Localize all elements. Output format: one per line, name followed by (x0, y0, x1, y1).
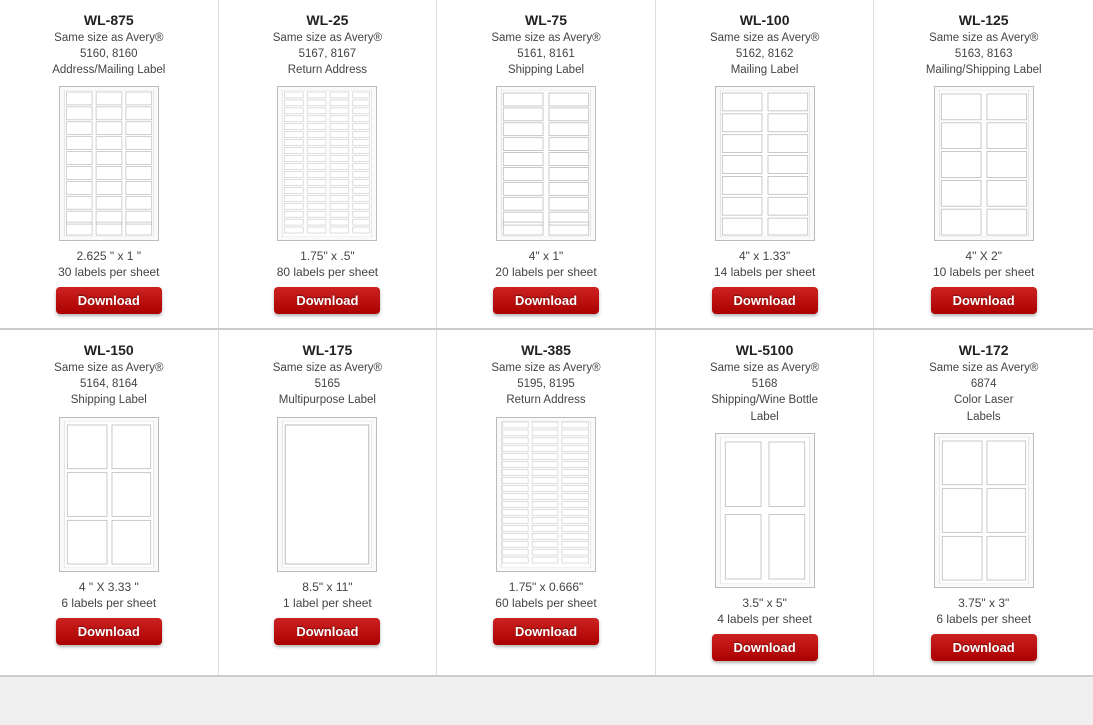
card-wl-75: WL-75 Same size as Avery® 5161, 8161 Shi… (437, 0, 656, 328)
row-1: WL-875 Same size as Avery® 5160, 8160 Ad… (0, 0, 1093, 330)
download-button-wl-150[interactable]: Download (56, 618, 162, 645)
card-size: 4" x 1.33" (739, 249, 790, 263)
card-count: 1 label per sheet (283, 596, 372, 610)
card-title: WL-5100 (736, 342, 794, 358)
card-count: 6 labels per sheet (936, 612, 1031, 626)
card-size: 4 " X 3.33 " (79, 580, 139, 594)
download-button-wl-125[interactable]: Download (931, 287, 1037, 314)
card-title: WL-100 (740, 12, 790, 28)
card-subtitle: Same size as Avery® 5160, 8160 Address/M… (52, 30, 165, 78)
label-preview-wl-175 (277, 417, 377, 572)
card-count: 14 labels per sheet (714, 265, 815, 279)
card-subtitle: Same size as Avery® 5168 Shipping/Wine B… (710, 360, 819, 424)
card-count: 80 labels per sheet (277, 265, 378, 279)
card-count: 60 labels per sheet (495, 596, 596, 610)
card-title: WL-172 (959, 342, 1009, 358)
card-wl-150: WL-150 Same size as Avery® 5164, 8164 Sh… (0, 330, 219, 674)
card-size: 3.75" x 3" (958, 596, 1009, 610)
download-button-wl-385[interactable]: Download (493, 618, 599, 645)
download-button-wl-75[interactable]: Download (493, 287, 599, 314)
card-wl-385: WL-385 Same size as Avery® 5195, 8195 Re… (437, 330, 656, 674)
download-button-wl-5100[interactable]: Download (712, 634, 818, 661)
download-button-wl-100[interactable]: Download (712, 287, 818, 314)
card-size: 8.5" x 11" (302, 580, 352, 594)
card-count: 30 labels per sheet (58, 265, 159, 279)
page-wrapper: WL-875 Same size as Avery® 5160, 8160 Ad… (0, 0, 1093, 677)
label-preview-wl-25 (277, 86, 377, 241)
card-size: 4" X 2" (965, 249, 1002, 263)
label-preview-wl-75 (496, 86, 596, 241)
card-title: WL-150 (84, 342, 134, 358)
card-count: 6 labels per sheet (61, 596, 156, 610)
label-preview-wl-100 (715, 86, 815, 241)
download-button-wl-25[interactable]: Download (274, 287, 380, 314)
card-size: 2.625 " x 1 " (77, 249, 142, 263)
card-subtitle: Same size as Avery® 6874 Color Laser Lab… (929, 360, 1038, 424)
card-wl-5100: WL-5100 Same size as Avery® 5168 Shippin… (656, 330, 875, 674)
label-preview-wl-172 (934, 433, 1034, 588)
card-subtitle: Same size as Avery® 5165 Multipurpose La… (273, 360, 382, 408)
card-subtitle: Same size as Avery® 5164, 8164 Shipping … (54, 360, 163, 408)
card-title: WL-385 (521, 342, 571, 358)
card-subtitle: Same size as Avery® 5195, 8195 Return Ad… (491, 360, 600, 408)
card-count: 20 labels per sheet (495, 265, 596, 279)
card-subtitle: Same size as Avery® 5167, 8167 Return Ad… (273, 30, 382, 78)
card-count: 10 labels per sheet (933, 265, 1034, 279)
card-title: WL-875 (84, 12, 134, 28)
card-size: 1.75" x .5" (300, 249, 355, 263)
label-preview-wl-150 (59, 417, 159, 572)
download-button-wl-172[interactable]: Download (931, 634, 1037, 661)
download-button-wl-875[interactable]: Download (56, 287, 162, 314)
card-subtitle: Same size as Avery® 5161, 8161 Shipping … (491, 30, 600, 78)
card-subtitle: Same size as Avery® 5162, 8162 Mailing L… (710, 30, 819, 78)
card-wl-875: WL-875 Same size as Avery® 5160, 8160 Ad… (0, 0, 219, 328)
card-title: WL-25 (306, 12, 348, 28)
label-preview-wl-385 (496, 417, 596, 572)
card-subtitle: Same size as Avery® 5163, 8163 Mailing/S… (926, 30, 1042, 78)
card-size: 4" x 1" (529, 249, 564, 263)
card-wl-25: WL-25 Same size as Avery® 5167, 8167 Ret… (219, 0, 438, 328)
card-wl-125: WL-125 Same size as Avery® 5163, 8163 Ma… (874, 0, 1093, 328)
card-count: 4 labels per sheet (717, 612, 812, 626)
card-wl-175: WL-175 Same size as Avery® 5165 Multipur… (219, 330, 438, 674)
label-preview-wl-5100 (715, 433, 815, 588)
card-size: 3.5" x 5" (742, 596, 787, 610)
card-size: 1.75" x 0.666" (509, 580, 584, 594)
card-title: WL-125 (959, 12, 1009, 28)
download-button-wl-175[interactable]: Download (274, 618, 380, 645)
label-preview-wl-875 (59, 86, 159, 241)
card-wl-100: WL-100 Same size as Avery® 5162, 8162 Ma… (656, 0, 875, 328)
row-2: WL-150 Same size as Avery® 5164, 8164 Sh… (0, 330, 1093, 676)
card-wl-172: WL-172 Same size as Avery® 6874 Color La… (874, 330, 1093, 674)
card-title: WL-75 (525, 12, 567, 28)
card-title: WL-175 (302, 342, 352, 358)
label-preview-wl-125 (934, 86, 1034, 241)
